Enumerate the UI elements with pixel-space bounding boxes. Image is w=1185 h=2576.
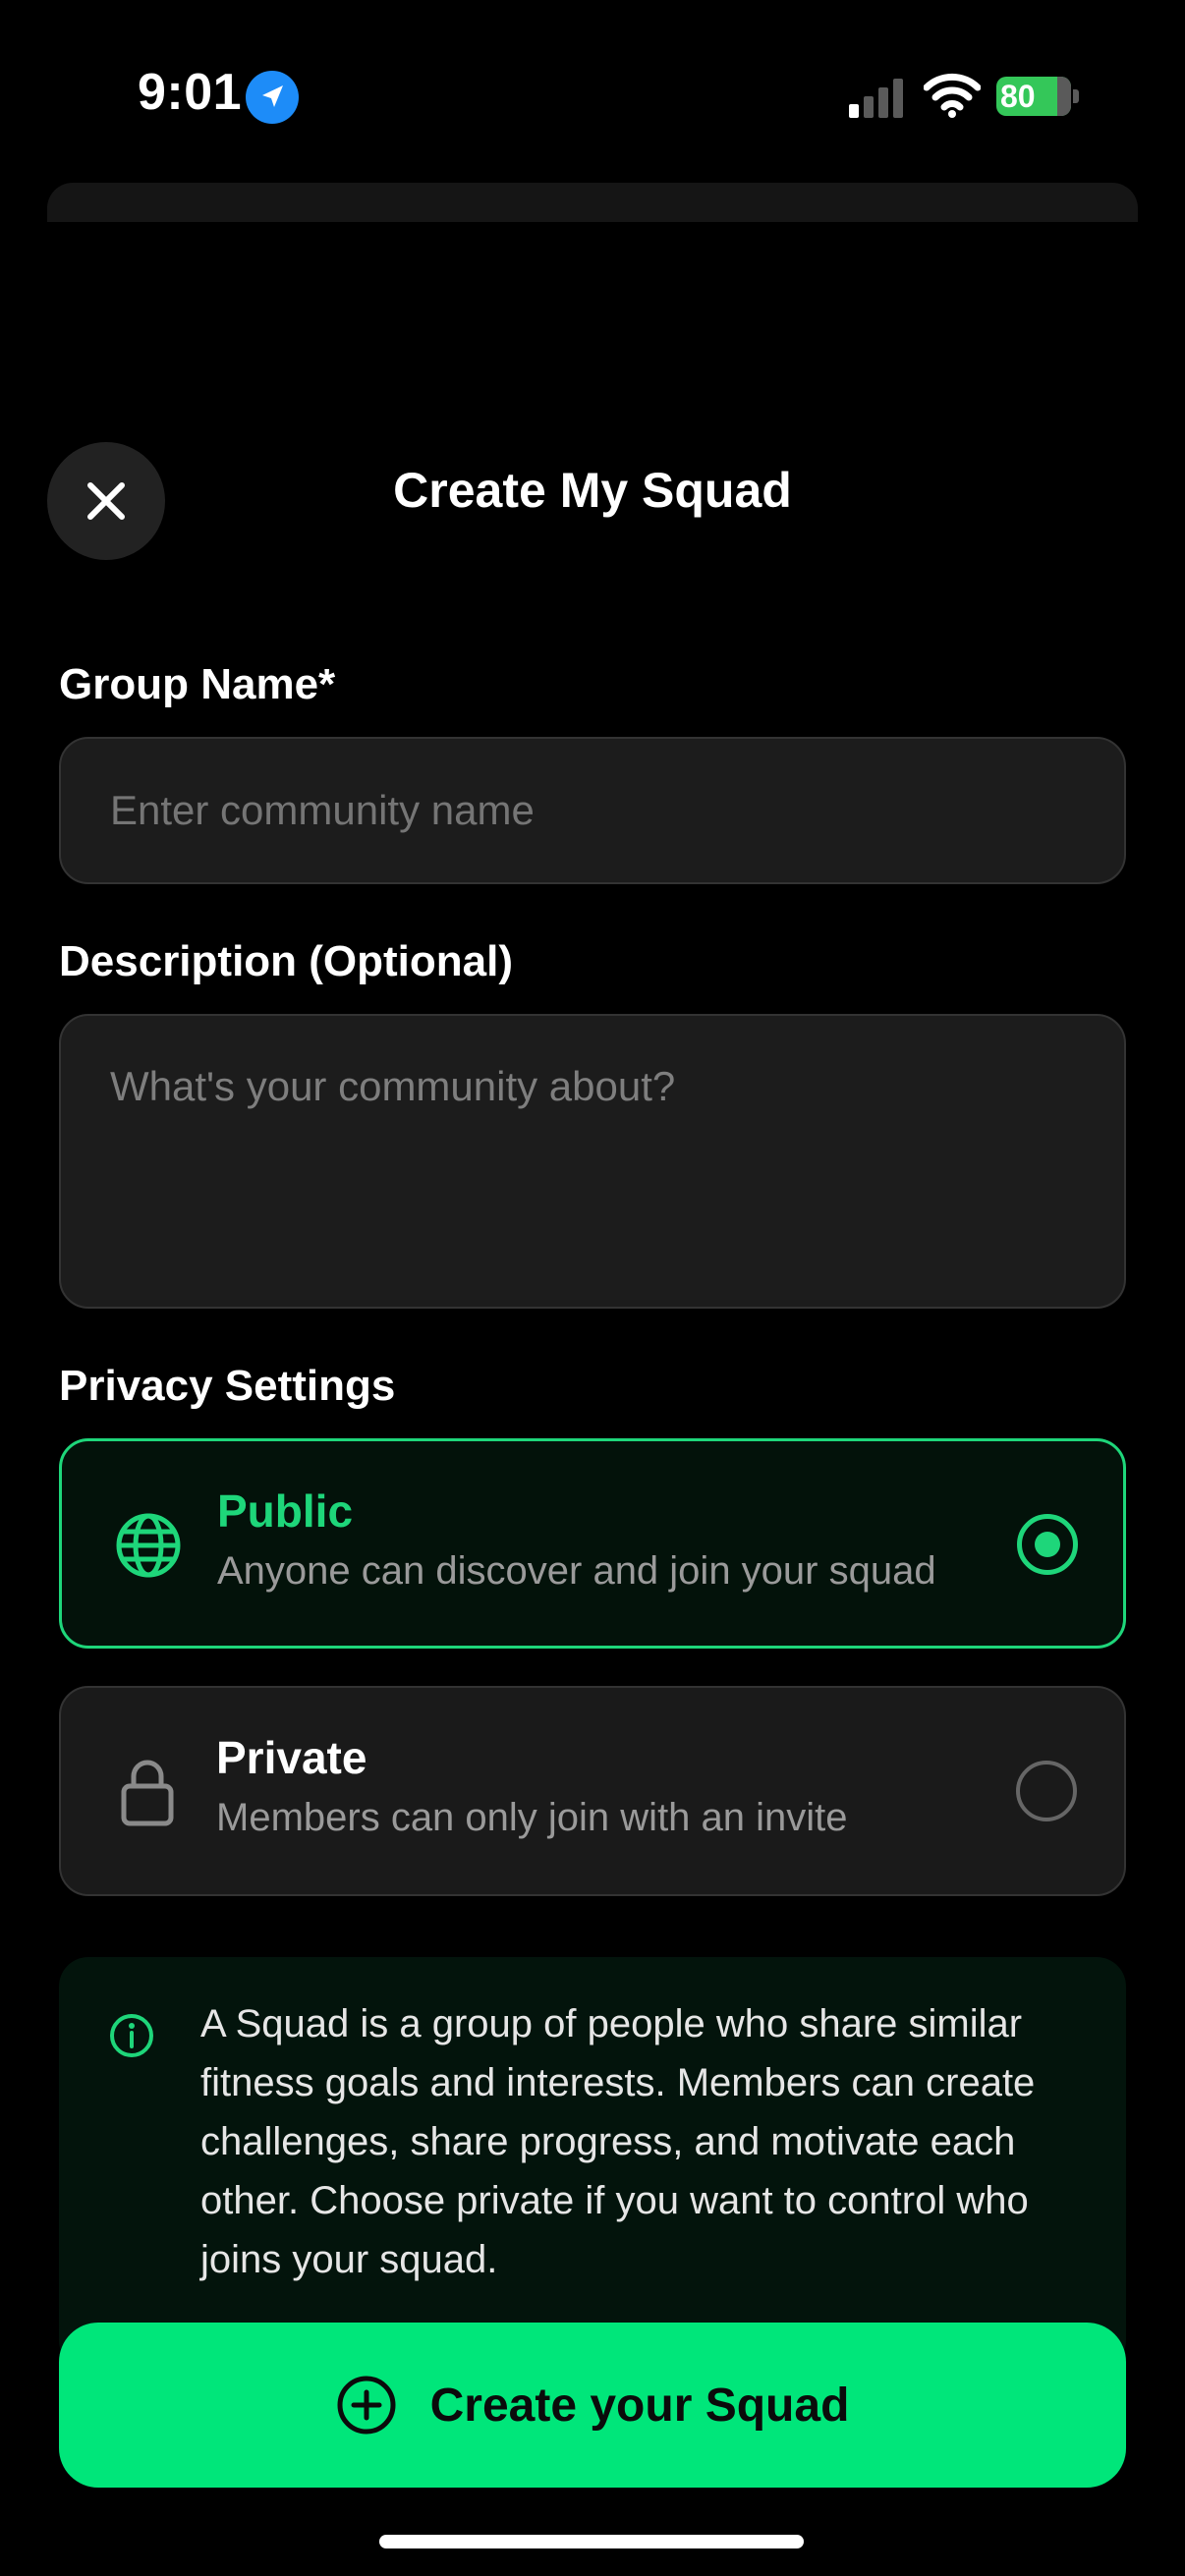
cellular-signal-icon (847, 77, 906, 118)
privacy-option-title: Private (216, 1732, 367, 1783)
privacy-option-title: Public (217, 1485, 354, 1537)
status-time: 9:01 (138, 64, 243, 121)
globe-icon (116, 1513, 181, 1578)
plus-circle-icon (337, 2376, 396, 2435)
privacy-option-desc: Anyone can discover and join your squad (217, 1549, 936, 1593)
group-name-label: Group Name* (59, 660, 336, 708)
privacy-option-private[interactable]: Private Members can only join with an in… (59, 1686, 1126, 1896)
battery-percent: 80 (1000, 79, 1036, 114)
info-text: A Squad is a group of people who share s… (200, 2002, 1036, 2281)
wifi-icon (923, 73, 982, 118)
create-squad-label: Create your Squad (429, 2379, 850, 2432)
description-textarea[interactable]: What's your community about? (59, 1014, 1126, 1309)
info-box: A Squad is a group of people who share s… (59, 1957, 1126, 2370)
battery-indicator: 80 (996, 77, 1079, 116)
location-arrow-icon (246, 71, 299, 124)
create-squad-button[interactable]: Create your Squad (59, 2323, 1126, 2488)
page-title: Create My Squad (393, 463, 792, 518)
privacy-settings-label: Privacy Settings (59, 1362, 396, 1410)
privacy-option-public[interactable]: Public Anyone can discover and join your… (59, 1438, 1126, 1649)
radio-selected[interactable] (1017, 1514, 1078, 1575)
description-placeholder: What's your community about? (110, 1063, 676, 1109)
lock-icon (121, 1760, 174, 1826)
group-name-input[interactable] (59, 737, 1126, 884)
radio-unselected[interactable] (1016, 1761, 1077, 1821)
home-indicator[interactable] (379, 2535, 804, 2548)
info-icon (110, 2014, 153, 2057)
description-label: Description (Optional) (59, 937, 513, 985)
privacy-option-desc: Members can only join with an invite (216, 1796, 848, 1839)
background-sheet (47, 183, 1138, 222)
